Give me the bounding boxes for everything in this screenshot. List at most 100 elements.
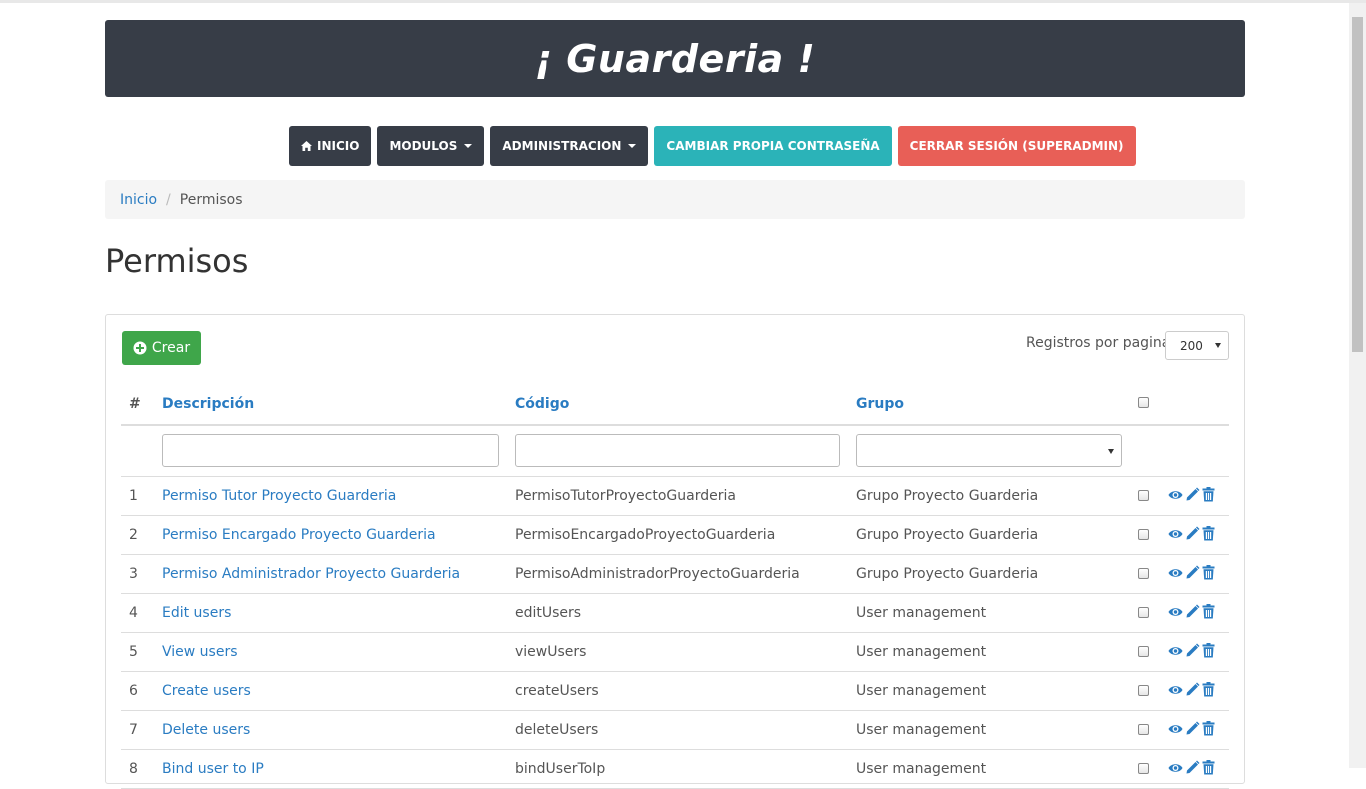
trash-icon[interactable] — [1202, 682, 1215, 697]
col-header-descripcion[interactable]: Descripción — [162, 396, 254, 412]
caret-down-icon — [1215, 343, 1221, 348]
nav-inicio-button[interactable]: INICIO — [289, 126, 372, 166]
row-descripcion-link[interactable]: Delete users — [162, 722, 250, 738]
row-actions — [1168, 487, 1215, 502]
top-border — [0, 0, 1366, 3]
row-checkbox[interactable] — [1138, 529, 1149, 540]
row-checkbox[interactable] — [1138, 607, 1149, 618]
row-number: 4 — [129, 605, 138, 621]
eye-icon[interactable] — [1168, 645, 1183, 657]
create-button-label: Crear — [151, 340, 191, 356]
row-number: 3 — [129, 566, 138, 582]
row-actions — [1168, 721, 1215, 736]
row-actions — [1168, 565, 1215, 580]
row-codigo: editUsers — [515, 605, 582, 621]
pencil-icon[interactable] — [1185, 604, 1200, 619]
scrollbar-thumb[interactable] — [1352, 17, 1363, 352]
eye-icon[interactable] — [1168, 684, 1183, 696]
row-descripcion-link[interactable]: Permiso Administrador Proyecto Guarderia — [162, 566, 460, 582]
row-checkbox[interactable] — [1138, 724, 1149, 735]
scrollbar[interactable] — [1349, 3, 1366, 768]
row-descripcion-link[interactable]: Bind user to IP — [162, 761, 264, 777]
page-title: Permisos — [105, 242, 249, 280]
row-number: 5 — [129, 644, 138, 660]
logout-label: CERRAR SESIÓN (SUPERADMIN) — [909, 139, 1124, 153]
trash-icon[interactable] — [1202, 721, 1215, 736]
row-grupo: Grupo Proyecto Guarderia — [856, 488, 1039, 504]
col-header-codigo[interactable]: Código — [515, 396, 569, 412]
row-codigo: PermisoTutorProyectoGuarderia — [515, 488, 736, 504]
breadcrumb-separator: / — [166, 191, 171, 208]
nav-administracion-dropdown[interactable]: ADMINISTRACION — [490, 126, 649, 166]
row-number: 6 — [129, 683, 138, 699]
trash-icon[interactable] — [1202, 487, 1215, 502]
pencil-icon[interactable] — [1185, 487, 1200, 502]
row-codigo: PermisoAdministradorProyectoGuarderia — [515, 566, 800, 582]
eye-icon[interactable] — [1168, 489, 1183, 501]
caret-down-icon — [628, 144, 637, 148]
col-header-grupo[interactable]: Grupo — [856, 396, 904, 412]
per-page-select[interactable]: 200 — [1165, 331, 1229, 360]
trash-icon[interactable] — [1202, 565, 1215, 580]
row-checkbox[interactable] — [1138, 685, 1149, 696]
pencil-icon[interactable] — [1185, 682, 1200, 697]
change-password-button[interactable]: CAMBIAR PROPIA CONTRASEÑA — [654, 126, 892, 166]
row-grupo: User management — [856, 722, 987, 738]
nav-modulos-dropdown[interactable]: MODULOS — [377, 126, 485, 166]
row-number: 1 — [129, 488, 138, 504]
row-actions — [1168, 604, 1215, 619]
row-checkbox[interactable] — [1138, 646, 1149, 657]
logout-button[interactable]: CERRAR SESIÓN (SUPERADMIN) — [897, 126, 1136, 166]
row-checkbox[interactable] — [1138, 490, 1149, 501]
filter-descripcion-input[interactable] — [162, 434, 499, 467]
row-grupo: Grupo Proyecto Guarderia — [856, 566, 1039, 582]
pencil-icon[interactable] — [1185, 526, 1200, 541]
breadcrumb: Inicio / Permisos — [105, 180, 1245, 219]
eye-icon[interactable] — [1168, 606, 1183, 618]
filter-row — [121, 426, 1229, 477]
row-descripcion-link[interactable]: Permiso Encargado Proyecto Guarderia — [162, 527, 436, 543]
table-row: 1 Permiso Tutor Proyecto Guarderia Permiso… — [121, 477, 1229, 516]
table-row: 7 Delete users deleteUsers User management — [121, 711, 1229, 750]
app-title: ¡ Guarderia ! — [534, 36, 816, 81]
trash-icon[interactable] — [1202, 604, 1215, 619]
eye-icon[interactable] — [1168, 723, 1183, 735]
col-header-num: # — [129, 396, 141, 412]
table-body: 1 Permiso Tutor Proyecto Guarderia Permiso… — [121, 477, 1229, 789]
row-number: 2 — [129, 527, 138, 543]
app-header: ¡ Guarderia ! — [105, 20, 1245, 97]
trash-icon[interactable] — [1202, 526, 1215, 541]
table-row: 2 Permiso Encargado Proyecto Guarderia Per… — [121, 516, 1229, 555]
table-header-row: # Descripción Código Grupo — [121, 385, 1229, 426]
select-all-checkbox[interactable] — [1138, 397, 1149, 408]
pencil-icon[interactable] — [1185, 721, 1200, 736]
pencil-icon[interactable] — [1185, 565, 1200, 580]
create-button[interactable]: Crear — [122, 331, 201, 365]
row-codigo: deleteUsers — [515, 722, 599, 738]
eye-icon[interactable] — [1168, 567, 1183, 579]
row-descripcion-link[interactable]: View users — [162, 644, 238, 660]
nav-administracion-label: ADMINISTRACION — [502, 139, 622, 153]
table-row: 3 Permiso Administrador Proyecto Guarderi… — [121, 555, 1229, 594]
trash-icon[interactable] — [1202, 643, 1215, 658]
filter-grupo-select[interactable] — [856, 434, 1122, 467]
row-descripcion-link[interactable]: Create users — [162, 683, 251, 699]
row-descripcion-link[interactable]: Edit users — [162, 605, 231, 621]
home-icon — [301, 141, 312, 151]
nav-modulos-label: MODULOS — [389, 139, 458, 153]
row-codigo: createUsers — [515, 683, 599, 699]
row-actions — [1168, 643, 1215, 658]
pencil-icon[interactable] — [1185, 643, 1200, 658]
row-number: 8 — [129, 761, 138, 777]
row-grupo: User management — [856, 644, 987, 660]
caret-down-icon — [464, 144, 473, 148]
breadcrumb-home-link[interactable]: Inicio — [120, 192, 157, 208]
eye-icon[interactable] — [1168, 528, 1183, 540]
row-descripcion-link[interactable]: Permiso Tutor Proyecto Guarderia — [162, 488, 396, 504]
row-actions — [1168, 682, 1215, 697]
row-checkbox[interactable] — [1138, 568, 1149, 579]
row-actions — [1168, 526, 1215, 541]
filter-codigo-input[interactable] — [515, 434, 840, 467]
row-checkbox[interactable] — [1138, 763, 1149, 774]
row-codigo: PermisoEncargadoProyectoGuarderia — [515, 527, 776, 543]
